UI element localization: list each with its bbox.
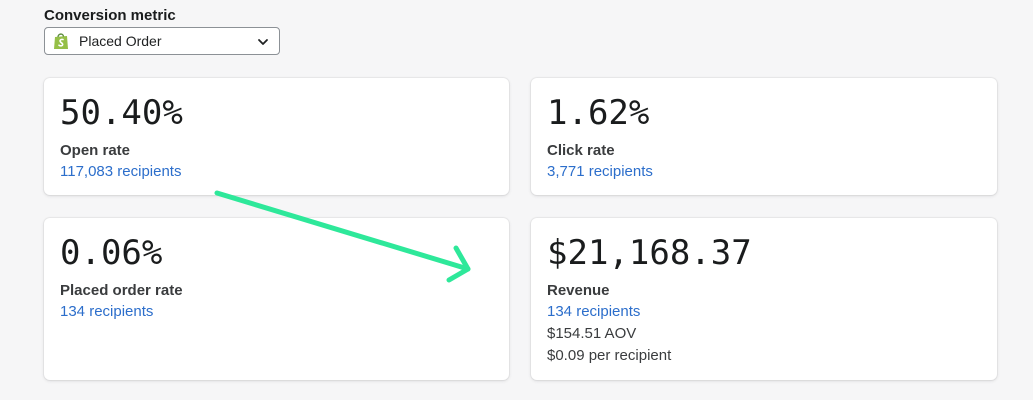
revenue-title: Revenue <box>547 282 610 299</box>
revenue-recipients-link[interactable]: 134 recipients <box>547 301 640 323</box>
click-rate-value: 1.62% <box>547 93 650 133</box>
conversion-metric-select[interactable]: Placed Order <box>44 27 280 55</box>
conversion-metric-value: Placed Order <box>79 33 162 49</box>
placed-order-recipients-link[interactable]: 134 recipients <box>60 301 153 323</box>
open-rate-value: 50.40% <box>60 93 183 133</box>
revenue-aov: $154.51 AOV <box>547 325 637 342</box>
revenue-value: $21,168.37 <box>547 233 752 273</box>
chevron-down-icon <box>257 35 269 47</box>
revenue-per-recipient: $0.09 per recipient <box>547 347 672 364</box>
placed-order-rate-card: 0.06% Placed order rate 134 recipients <box>44 218 509 380</box>
click-rate-title: Click rate <box>547 142 615 159</box>
revenue-card: $21,168.37 Revenue 134 recipients $154.5… <box>531 218 997 380</box>
conversion-metric-label: Conversion metric <box>44 7 176 24</box>
open-rate-card: 50.40% Open rate 117,083 recipients <box>44 78 509 195</box>
open-rate-title: Open rate <box>60 142 131 159</box>
report-panel: Conversion metric Placed Order 50.40% Op… <box>0 0 1033 400</box>
click-rate-card: 1.62% Click rate 3,771 recipients <box>531 78 997 195</box>
click-rate-recipients-link[interactable]: 3,771 recipients <box>547 161 653 183</box>
placed-order-rate-title: Placed order rate <box>60 282 183 299</box>
placed-order-rate-value: 0.06% <box>60 233 163 273</box>
open-rate-recipients-link[interactable]: 117,083 recipients <box>60 161 181 183</box>
shopify-bag-icon <box>53 32 69 50</box>
